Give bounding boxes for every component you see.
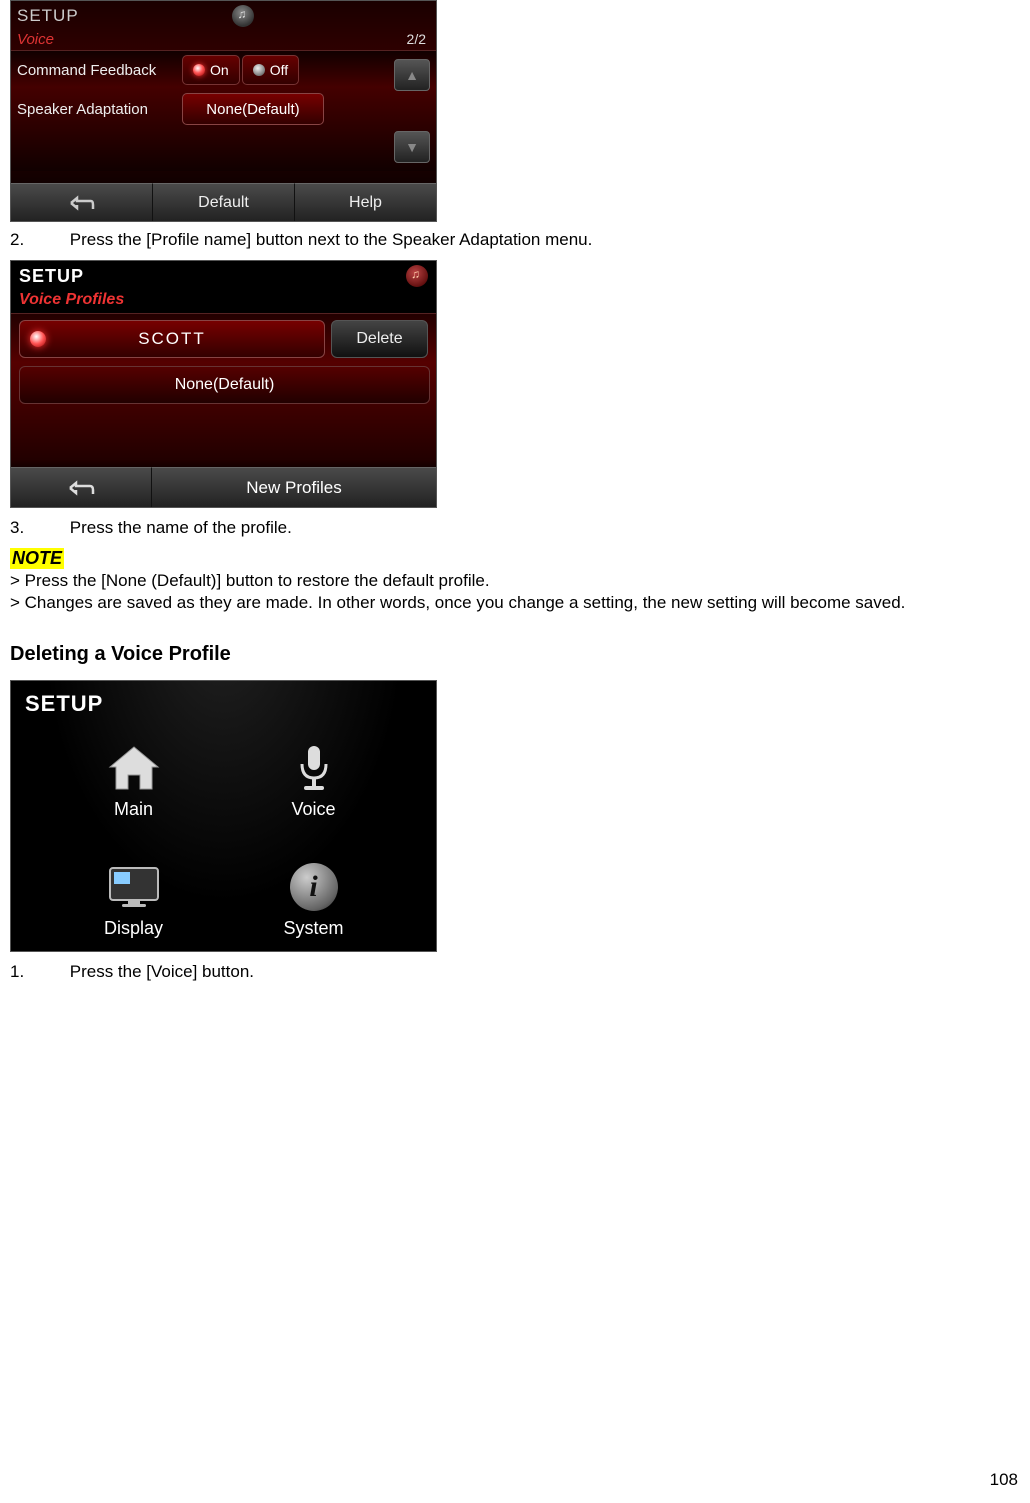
tile-main-label: Main xyxy=(114,799,153,820)
back-arrow-icon xyxy=(67,479,95,497)
profile-scott-button[interactable]: SCOTT xyxy=(19,320,325,358)
screenshot-voice-profiles: SETUP Voice Profiles SCOTT Delete None(D… xyxy=(10,260,437,508)
new-profiles-button[interactable]: New Profiles xyxy=(152,467,436,507)
music-icon xyxy=(232,5,254,27)
setup-title-3: SETUP xyxy=(11,681,436,717)
profile-name-label: SCOTT xyxy=(138,329,206,349)
none-default-label: None(Default) xyxy=(175,376,275,394)
default-button[interactable]: Default xyxy=(153,183,295,221)
delete-profile-button[interactable]: Delete xyxy=(331,320,428,358)
tile-display-label: Display xyxy=(104,918,163,939)
none-default-profile-button[interactable]: None(Default) xyxy=(19,366,430,404)
page-number: 108 xyxy=(990,1470,1018,1490)
back-arrow-icon xyxy=(69,195,95,211)
voice-section-label: Voice xyxy=(17,31,54,48)
screenshot-setup-tiles: SETUP Main Vo xyxy=(10,680,437,952)
step-2: 2. Press the [Profile name] button next … xyxy=(10,230,1020,250)
step-1-text: Press the [Voice] button. xyxy=(70,962,254,981)
page-indicator: 2/2 xyxy=(407,31,426,48)
off-label: Off xyxy=(270,62,288,78)
tile-main[interactable]: Main xyxy=(79,741,189,820)
tile-system-label: System xyxy=(283,918,343,939)
command-feedback-label: Command Feedback xyxy=(17,62,182,79)
back-button[interactable] xyxy=(11,183,153,221)
radio-selected-icon xyxy=(193,64,205,76)
radio-unselected-icon xyxy=(253,64,265,76)
step-1-number: 1. xyxy=(10,962,65,982)
display-icon xyxy=(102,860,166,914)
profile-value: None(Default) xyxy=(206,101,299,118)
step-2-text: Press the [Profile name] button next to … xyxy=(70,230,593,249)
tile-display[interactable]: Display xyxy=(79,860,189,939)
music-icon xyxy=(406,265,428,287)
on-label: On xyxy=(210,62,229,78)
note-line-1: > Press the [None (Default)] button to r… xyxy=(10,571,1020,591)
step-1: 1. Press the [Voice] button. xyxy=(10,962,1020,982)
chevron-down-icon: ▼ xyxy=(405,139,419,155)
step-3-number: 3. xyxy=(10,518,65,538)
delete-label: Delete xyxy=(356,330,402,348)
section-heading-deleting: Deleting a Voice Profile xyxy=(10,643,1020,666)
help-label: Help xyxy=(349,194,382,212)
command-feedback-off-button[interactable]: Off xyxy=(242,55,299,85)
speaker-adaptation-profile-button[interactable]: None(Default) xyxy=(182,93,324,125)
screenshot-voice-settings: SETUP Voice 2/2 Command Feedback On Off xyxy=(10,0,437,222)
back-button-2[interactable] xyxy=(11,467,152,507)
microphone-icon xyxy=(282,741,346,795)
home-icon xyxy=(102,741,166,795)
note-line-2: > Changes are saved as they are made. In… xyxy=(10,593,1020,613)
help-button[interactable]: Help xyxy=(295,183,436,221)
chevron-up-icon: ▲ xyxy=(405,67,419,83)
scroll-up-button[interactable]: ▲ xyxy=(394,59,430,91)
tile-voice[interactable]: Voice xyxy=(259,741,369,820)
step-2-number: 2. xyxy=(10,230,65,250)
step-3: 3. Press the name of the profile. xyxy=(10,518,1020,538)
new-profiles-label: New Profiles xyxy=(246,478,341,498)
step-3-text: Press the name of the profile. xyxy=(70,518,292,537)
tile-system[interactable]: i System xyxy=(259,860,369,939)
voice-profiles-section-label: Voice Profiles xyxy=(11,289,436,314)
default-label: Default xyxy=(198,194,249,212)
speaker-adaptation-label: Speaker Adaptation xyxy=(17,101,182,118)
radio-selected-icon xyxy=(30,331,46,347)
tile-voice-label: Voice xyxy=(291,799,335,820)
command-feedback-on-button[interactable]: On xyxy=(182,55,240,85)
info-icon: i xyxy=(282,860,346,914)
setup-title: SETUP xyxy=(17,6,79,26)
scroll-down-button[interactable]: ▼ xyxy=(394,131,430,163)
note-label: NOTE xyxy=(10,548,64,569)
setup-title-2: SETUP xyxy=(19,266,84,287)
